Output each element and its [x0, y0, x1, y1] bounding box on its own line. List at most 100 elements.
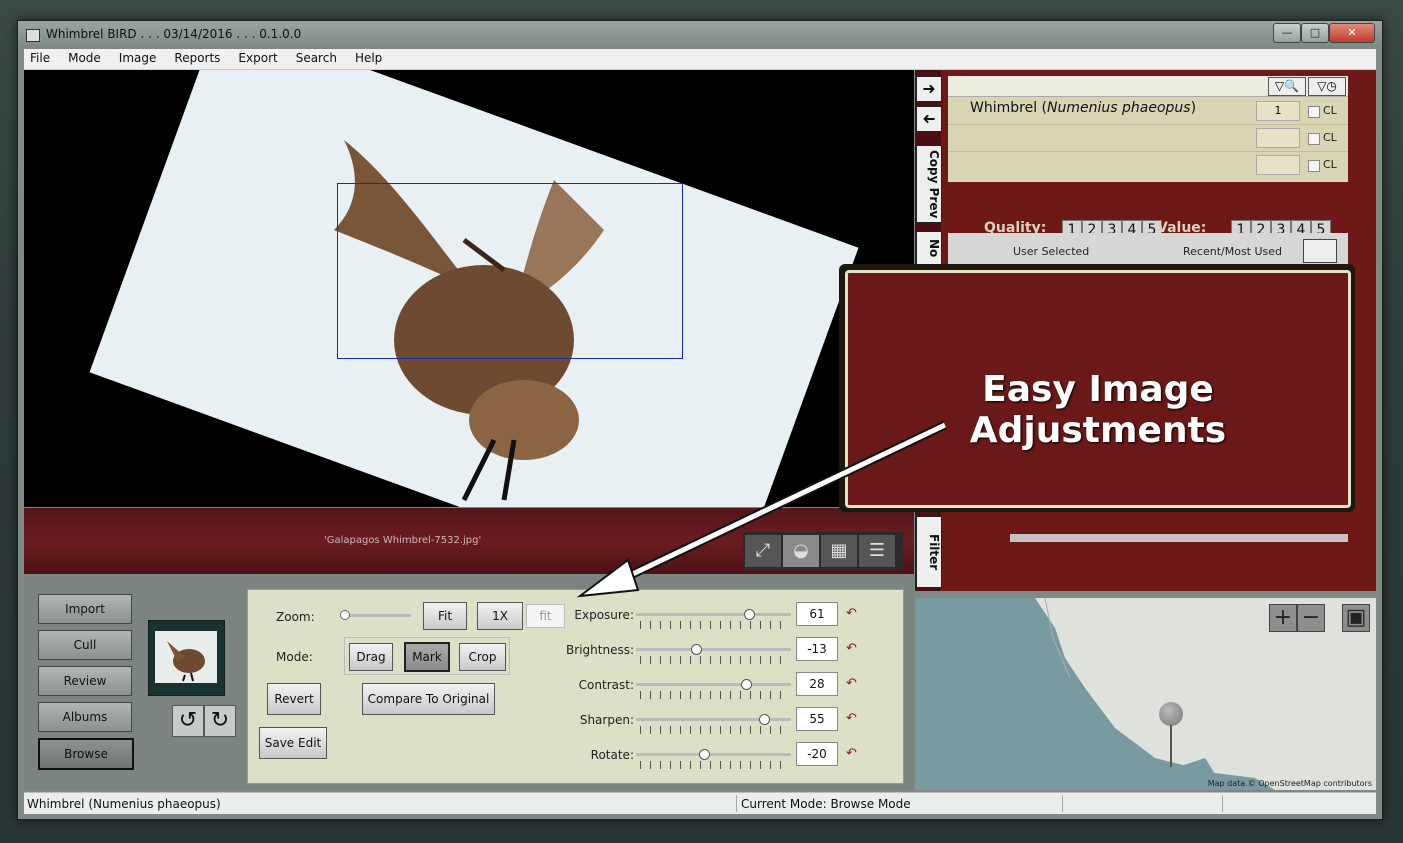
close-button[interactable]: ✕: [1329, 23, 1375, 43]
contrast-reset-icon[interactable]: ↶: [846, 677, 860, 690]
filter-bar: [1010, 534, 1348, 542]
window-title: Whimbrel BIRD . . . 03/14/2016 . . . 0.1…: [46, 27, 302, 41]
species-row[interactable]: CL: [948, 152, 1348, 178]
import-button[interactable]: Import: [38, 594, 132, 624]
sharpen-reset-icon[interactable]: ↶: [846, 712, 860, 725]
menu-help[interactable]: Help: [345, 49, 390, 69]
bird-thumbnail: [167, 641, 205, 682]
exposure-ticks: [640, 621, 790, 629]
image-filename: 'Galapagos Whimbrel-7532.jpg': [324, 535, 482, 546]
map-pin-icon[interactable]: [1159, 702, 1183, 726]
filter-search-icon[interactable]: ▽🔍: [1268, 77, 1306, 96]
brightness-slider[interactable]: [636, 648, 791, 651]
tab-copy-prev[interactable]: Copy Prev: [916, 145, 942, 223]
app-icon: [26, 29, 40, 42]
brightness-value[interactable]: -13: [796, 637, 838, 661]
map-zoom-in-button[interactable]: +: [1269, 604, 1297, 632]
rotate-thumb[interactable]: [698, 749, 710, 760]
recent-most-used-header: Recent/Most Used: [1183, 245, 1283, 258]
sharpen-ticks: [640, 726, 790, 734]
drag-button[interactable]: Drag: [349, 643, 393, 671]
exposure-label: Exposure:: [574, 608, 634, 622]
exposure-thumb[interactable]: [743, 609, 755, 620]
contrast-thumb[interactable]: [740, 679, 752, 690]
sharpen-value[interactable]: 55: [796, 707, 838, 731]
menu-mode[interactable]: Mode: [58, 49, 109, 69]
tag-options-icon[interactable]: [1303, 239, 1337, 263]
rotate-label: Rotate:: [590, 748, 634, 762]
edit-panel: Zoom: Fit 1X fit Mode: Drag Mark Crop Re…: [247, 589, 904, 784]
compare-to-original-button[interactable]: Compare To Original: [362, 683, 495, 715]
brightness-reset-icon[interactable]: ↶: [846, 642, 860, 655]
species-scientific-name: Numenius phaeopus: [1047, 100, 1191, 116]
cl-checkbox[interactable]: [1308, 133, 1320, 145]
fit-button[interactable]: Fit: [423, 602, 467, 630]
species-common-name: Whimbrel: [970, 100, 1038, 116]
menu-file[interactable]: File: [24, 49, 58, 69]
cl-label: CL: [1323, 104, 1337, 117]
status-separator: [736, 795, 737, 812]
rotate-slider[interactable]: [636, 753, 791, 756]
sharpen-thumb[interactable]: [758, 714, 770, 725]
species-row[interactable]: CL: [948, 125, 1348, 152]
map-panel[interactable]: + − ▣ Map data © OpenStreetMap contribut…: [915, 598, 1376, 790]
species-count[interactable]: 1: [1256, 101, 1300, 121]
sharpen-label: Sharpen:: [579, 713, 634, 727]
exposure-slider[interactable]: [636, 613, 791, 616]
zoom-slider[interactable]: [343, 614, 411, 617]
next-arrow-icon[interactable]: ➜: [916, 76, 942, 102]
annotation-arrow: [576, 420, 947, 598]
zoom-slider-thumb[interactable]: [340, 610, 350, 620]
review-button[interactable]: Review: [38, 666, 132, 696]
map-zoom-out-button[interactable]: −: [1297, 604, 1325, 632]
rotate-value[interactable]: -20: [796, 742, 838, 766]
contrast-ticks: [640, 691, 790, 699]
species-count[interactable]: [1256, 155, 1300, 175]
status-bar: Whimbrel (Numenius phaeopus) Current Mod…: [24, 792, 1376, 814]
thumbnail[interactable]: [148, 620, 225, 696]
brightness-ticks: [640, 656, 790, 664]
species-list: ▽🔍 ▽◷ Whimbrel (Numenius phaeopus) 1 CL …: [948, 76, 1348, 182]
browse-button[interactable]: Browse: [38, 738, 134, 770]
species-row[interactable]: Whimbrel (Numenius phaeopus) 1 CL: [948, 98, 1348, 125]
map-pin-stem: [1170, 725, 1172, 767]
user-selected-header: User Selected: [1013, 245, 1090, 258]
save-edit-button[interactable]: Save Edit: [259, 727, 327, 759]
albums-button[interactable]: Albums: [38, 702, 132, 732]
contrast-value[interactable]: 28: [796, 672, 838, 696]
tab-notes[interactable]: No: [916, 231, 942, 265]
cl-label: CL: [1323, 158, 1337, 171]
map-attribution[interactable]: Map data © OpenStreetMap contributors: [1208, 779, 1372, 788]
revert-button[interactable]: Revert: [267, 683, 321, 715]
rotate-reset-icon[interactable]: ↶: [846, 747, 860, 760]
map-fullscreen-icon[interactable]: ▣: [1342, 604, 1370, 632]
maximize-button[interactable]: □: [1301, 23, 1329, 43]
one-x-button[interactable]: 1X: [477, 602, 523, 630]
status-separator: [1062, 795, 1063, 812]
selection-rectangle[interactable]: [337, 183, 683, 359]
menu-image[interactable]: Image: [109, 49, 165, 69]
contrast-slider[interactable]: [636, 683, 791, 686]
cull-button[interactable]: Cull: [38, 630, 132, 660]
menu-bar: File Mode Image Reports Export Search Help: [24, 49, 1376, 70]
title-bar: Whimbrel BIRD . . . 03/14/2016 . . . 0.1…: [18, 21, 1382, 49]
cl-checkbox[interactable]: [1308, 160, 1320, 172]
menu-export[interactable]: Export: [228, 49, 285, 69]
rotate-left-icon[interactable]: ↺: [172, 705, 204, 737]
species-count[interactable]: [1256, 128, 1300, 148]
crop-button[interactable]: Crop: [459, 643, 506, 671]
mode-label: Mode:: [276, 650, 313, 664]
mark-button[interactable]: Mark: [404, 642, 450, 672]
minimize-button[interactable]: —: [1273, 23, 1301, 43]
status-species: Whimbrel (Numenius phaeopus): [27, 797, 221, 811]
filter-recent-icon[interactable]: ▽◷: [1308, 77, 1346, 96]
brightness-thumb[interactable]: [691, 644, 702, 655]
zoom-label: Zoom:: [276, 610, 315, 624]
menu-reports[interactable]: Reports: [164, 49, 228, 69]
thumbnail-image: [155, 631, 217, 683]
rotate-right-icon[interactable]: ↻: [204, 705, 236, 737]
prev-arrow-icon[interactable]: ➜: [916, 106, 942, 132]
status-separator: [1222, 795, 1223, 812]
menu-search[interactable]: Search: [286, 49, 345, 69]
cl-checkbox[interactable]: [1308, 106, 1320, 118]
